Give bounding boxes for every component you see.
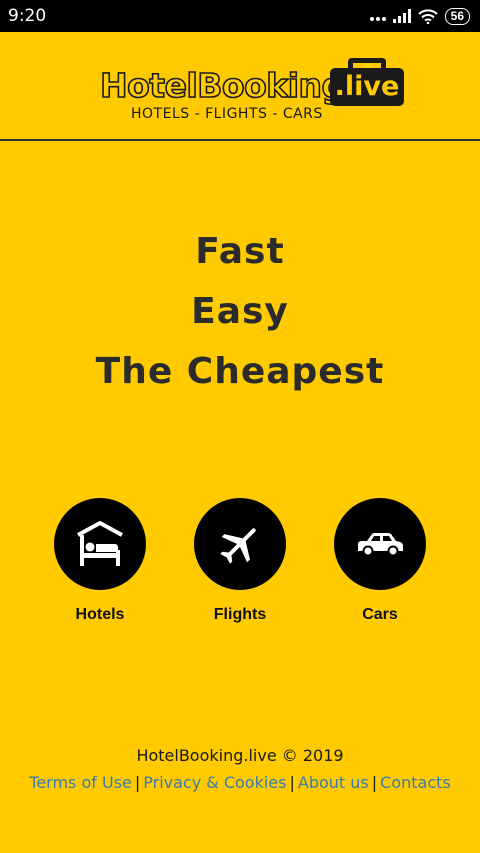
- flights-label[interactable]: Flights: [180, 606, 300, 624]
- wifi-icon: [417, 8, 438, 24]
- logo-name: HotelBooking: [99, 65, 346, 106]
- contacts-link[interactable]: Contacts: [380, 773, 451, 792]
- logo-tld: .live: [330, 68, 404, 106]
- signal-icon: [392, 9, 411, 23]
- status-bar: 9:20 56: [0, 0, 480, 32]
- link-separator: |: [134, 773, 141, 792]
- hero-line-easy: Easy: [191, 291, 289, 332]
- hero-line-cheapest: The Cheapest: [95, 351, 385, 392]
- suitcase-icon: .live: [330, 58, 404, 106]
- site-header: HotelBooking .live HOTELS - FLIGHTS - CA…: [0, 32, 480, 141]
- hero-line-fast: Fast: [195, 231, 285, 272]
- link-separator: |: [371, 773, 378, 792]
- hero: Fast Easy The Cheapest: [0, 222, 480, 402]
- link-separator: |: [289, 773, 295, 792]
- cars-label[interactable]: Cars: [320, 606, 440, 624]
- hotel-bed-icon[interactable]: [54, 498, 146, 590]
- site-footer: HotelBooking.live © 2019 Terms of Use | Pr…: [0, 746, 480, 792]
- privacy-cookies-link[interactable]: Privacy & Cookies: [143, 773, 286, 792]
- copyright: HotelBooking.live © 2019: [136, 746, 344, 765]
- footer-links: Terms of Use | Privacy & Cookies | About us |…: [0, 773, 480, 792]
- battery-indicator: 56: [444, 7, 470, 25]
- hotels-label[interactable]: Hotels: [40, 606, 160, 624]
- services-menu: Hotels Flights Cars: [0, 498, 480, 638]
- airplane-icon[interactable]: [194, 498, 286, 590]
- cars-button[interactable]: Cars: [320, 498, 440, 624]
- status-time: 9:20: [8, 6, 47, 26]
- more-notifications-icon: [369, 11, 386, 21]
- status-icons: 56: [369, 7, 470, 25]
- hotels-button[interactable]: Hotels: [40, 498, 160, 624]
- site-logo[interactable]: HotelBooking .live HOTELS - FLIGHTS - CA…: [99, 44, 410, 124]
- car-icon[interactable]: [334, 498, 426, 590]
- about-us-link[interactable]: About us: [298, 773, 369, 792]
- logo-tagline: HOTELS - FLIGHTS - CARS: [131, 106, 323, 122]
- terms-of-use-link[interactable]: Terms of Use: [29, 773, 132, 792]
- flights-button[interactable]: Flights: [180, 498, 300, 624]
